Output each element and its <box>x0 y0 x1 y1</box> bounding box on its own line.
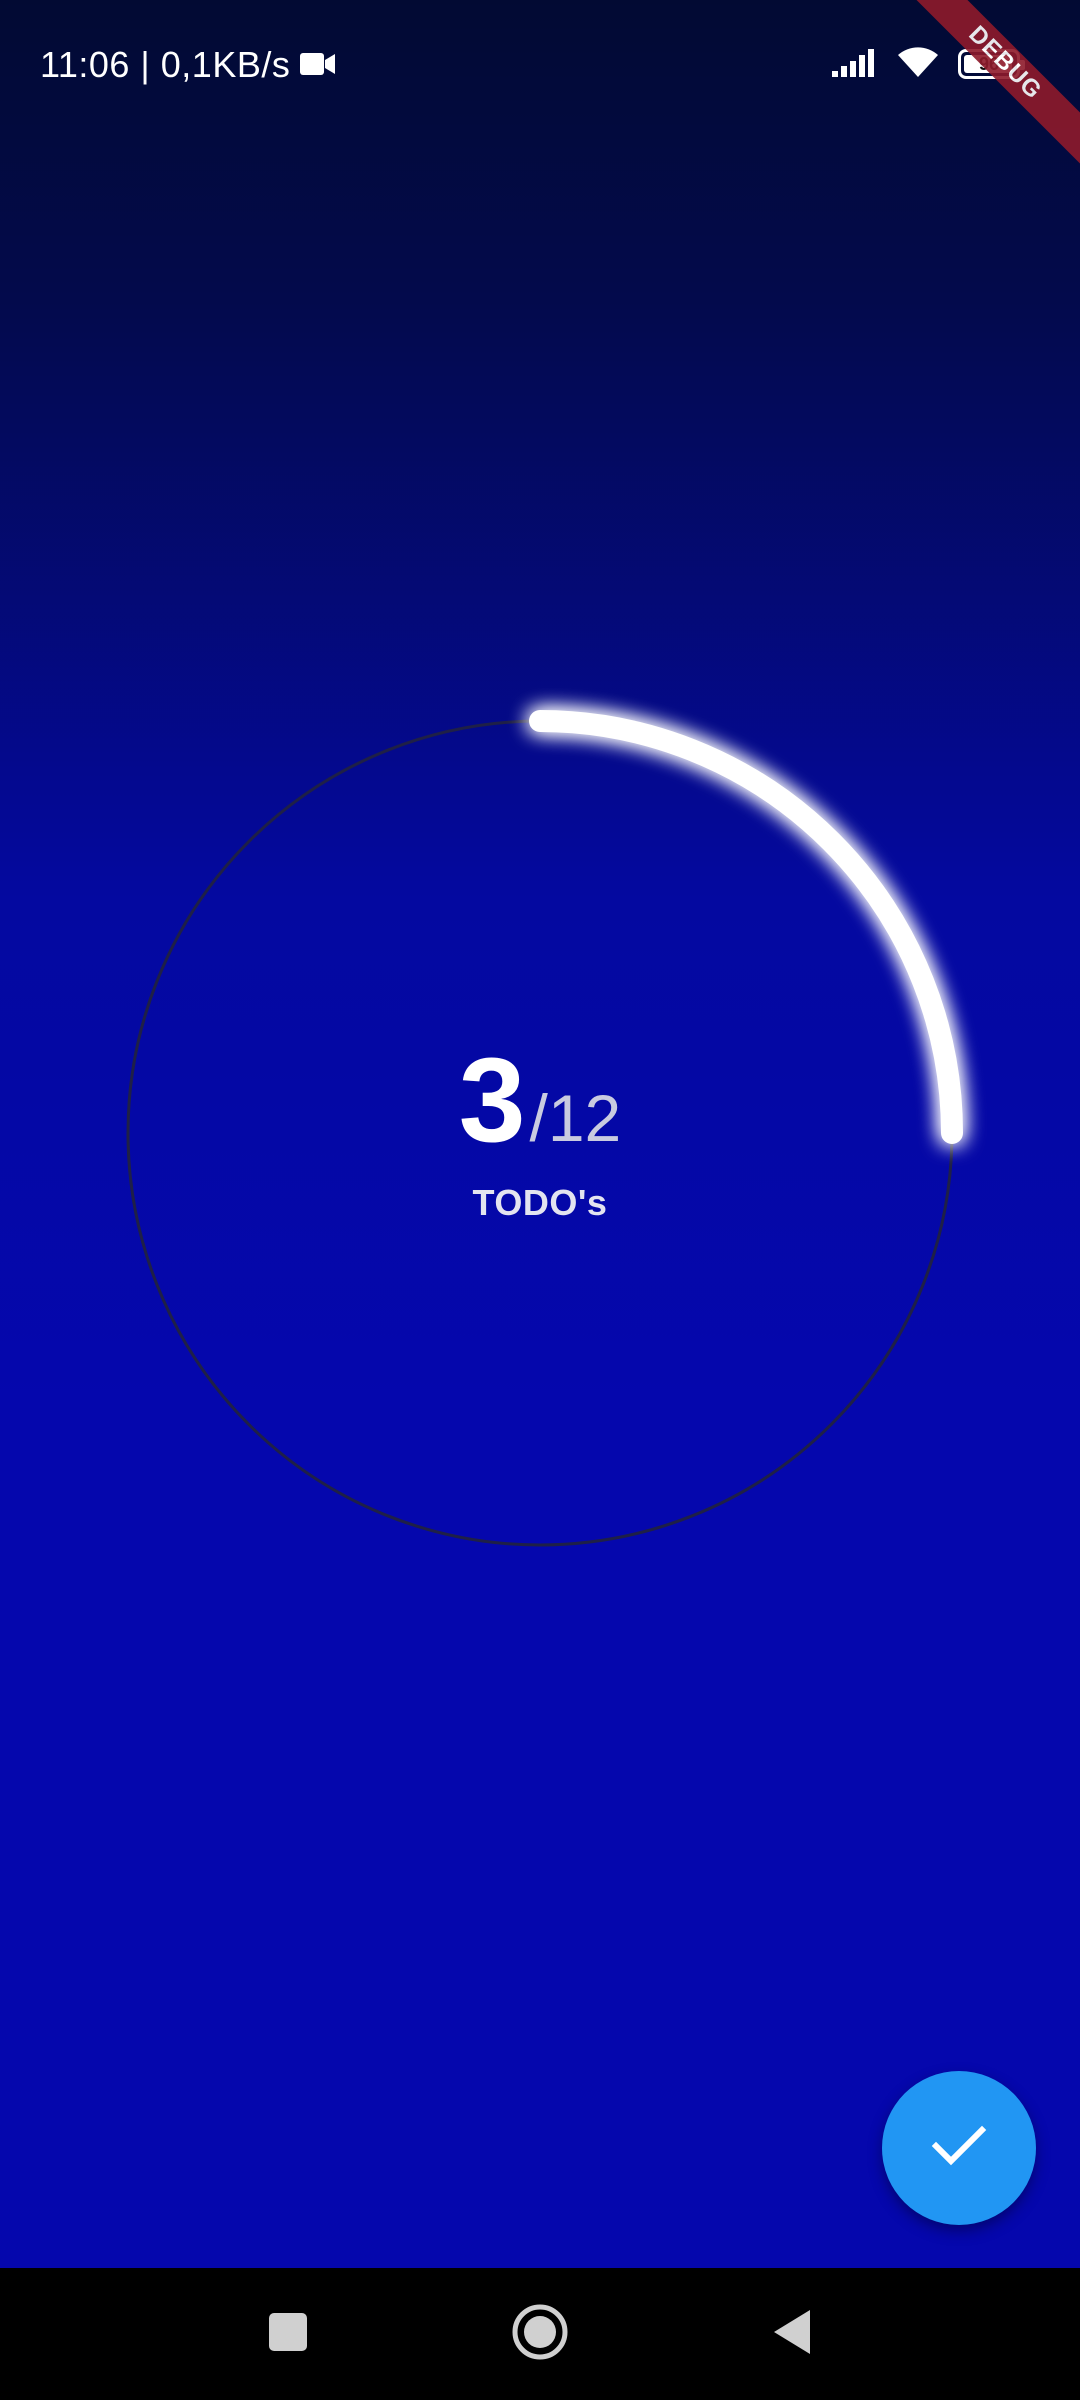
app-screen: 3 / 12 TODO's 11:06 | 0,1KB/s DEBUG <box>0 0 1080 2268</box>
completed-count: 3 <box>458 1033 526 1167</box>
home-button[interactable] <box>510 2304 570 2364</box>
wifi-icon <box>896 45 940 84</box>
recent-apps-button[interactable] <box>258 2304 318 2364</box>
status-left: 11:06 | 0,1KB/s <box>40 40 336 90</box>
signal-icon <box>832 47 878 82</box>
back-icon <box>772 2309 812 2360</box>
status-time-speed: 11:06 | 0,1KB/s <box>40 44 291 85</box>
complete-todo-button[interactable] <box>882 2071 1036 2225</box>
count-line: 3 / 12 <box>340 1040 740 1160</box>
check-icon <box>931 2124 987 2173</box>
progress-counter: 3 / 12 TODO's <box>340 1040 740 1224</box>
video-camera-icon <box>300 44 336 86</box>
count-separator: / <box>529 1081 548 1155</box>
total-count: 12 <box>547 1081 622 1155</box>
back-button[interactable] <box>762 2304 822 2364</box>
navigation-bar <box>0 2268 1080 2400</box>
status-bar: 11:06 | 0,1KB/s <box>0 0 1080 110</box>
home-icon <box>511 2303 569 2366</box>
recent-apps-icon <box>268 2312 308 2357</box>
todos-label: TODO's <box>472 1182 608 1223</box>
